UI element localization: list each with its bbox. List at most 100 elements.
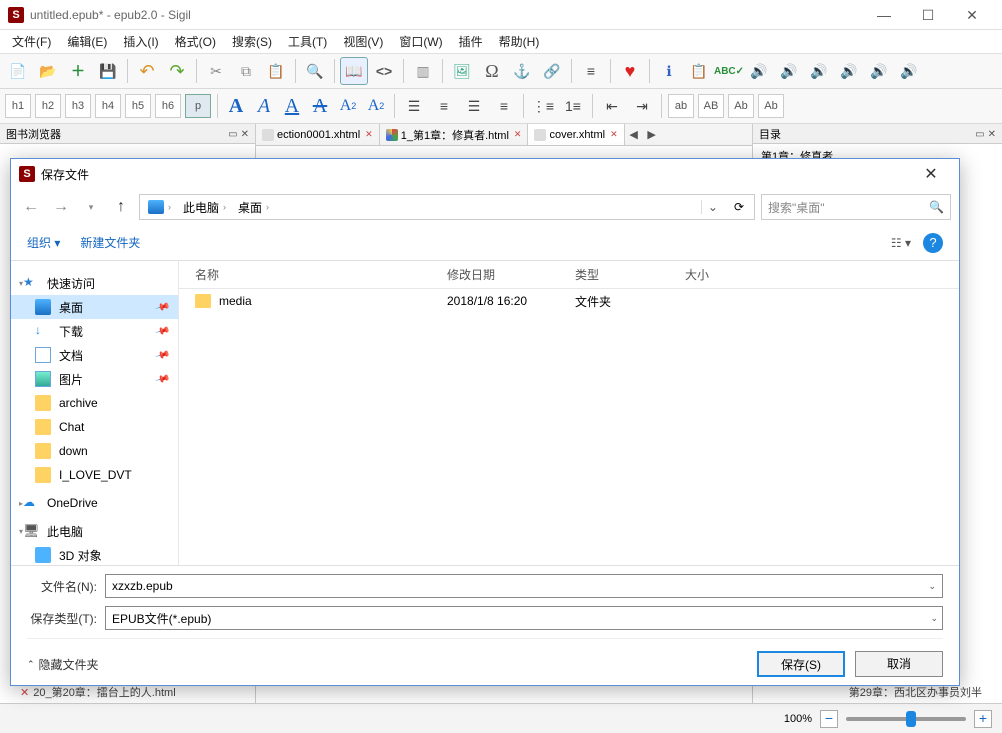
copy-button[interactable]: ⧉ [232,57,260,85]
save-button[interactable]: 💾 [94,57,122,85]
h5-button[interactable]: h5 [125,94,151,118]
sidebar-item-documents[interactable]: 文档 📌 [11,343,178,367]
donate-button[interactable]: ♥ [616,57,644,85]
undo-button[interactable]: ↶ [133,57,161,85]
filetype-select[interactable]: EPUB文件(*.epub)⌄ [105,606,943,630]
case-upper-button[interactable]: AB [698,94,724,118]
underline-button[interactable]: A [279,93,305,119]
search-icon[interactable]: 🔍 [929,200,944,214]
pane-float-icon[interactable]: ▭ [228,129,237,140]
align-center-button[interactable]: ≡ [430,92,458,120]
new-button[interactable]: 📄 [4,57,32,85]
zoom-in-button[interactable]: + [974,710,992,728]
clip3-button[interactable]: 🔊 [805,57,833,85]
cancel-button[interactable]: 取消 [855,651,943,677]
anchor-button[interactable]: ⚓ [508,57,536,85]
h4-button[interactable]: h4 [95,94,121,118]
validate-button[interactable]: 📋 [685,57,713,85]
redo-button[interactable]: ↷ [163,57,191,85]
pane-close-icon[interactable]: ✕ [241,129,249,140]
tab-chapter1[interactable]: 1_第1章：修真者.html ✕ [380,124,529,145]
tab-section0001[interactable]: ection0001.xhtml ✕ [256,124,380,145]
tab-close-icon[interactable]: ✕ [514,129,522,140]
sidebar-quickaccess[interactable]: ▾ 快速访问 [11,271,178,295]
h2-button[interactable]: h2 [35,94,61,118]
find-button[interactable]: 🔍 [301,57,329,85]
nav-recent-button[interactable]: ▾ [79,195,103,219]
organize-button[interactable]: 组织 ▾ [27,234,60,251]
refresh-button[interactable]: ⟳ [728,200,750,214]
italic-button[interactable]: A [251,93,277,119]
menu-edit[interactable]: 编辑(E) [59,30,115,53]
menu-help[interactable]: 帮助(H) [491,30,548,53]
open-button[interactable]: 📂 [34,57,62,85]
close-button[interactable]: ✕ [950,0,994,30]
h1-button[interactable]: h1 [5,94,31,118]
help-button[interactable]: ? [923,233,943,253]
menu-plugins[interactable]: 插件 [451,30,491,53]
search-input[interactable]: 搜索"桌面" 🔍 [761,194,951,220]
bookview-button[interactable]: 📖 [340,57,368,85]
codeview-button[interactable]: <> [370,57,398,85]
sidebar-item-desktop[interactable]: 桌面 📌 [11,295,178,319]
outdent-button[interactable]: ⇤ [598,92,626,120]
metadata-button[interactable]: ℹ [655,57,683,85]
list-item[interactable]: ✕20_第20章：擂台上的人.html [20,684,250,700]
nav-up-button[interactable]: ↑ [109,195,133,219]
clip4-button[interactable]: 🔊 [835,57,863,85]
list-bullet-button[interactable]: ⋮≡ [529,92,557,120]
save-button[interactable]: 保存(S) [757,651,845,677]
clip1-button[interactable]: 🔊 [745,57,773,85]
sidebar-onedrive[interactable]: ▸ OneDrive [11,491,178,515]
case-lower-button[interactable]: ab [668,94,694,118]
hide-folders-button[interactable]: ⌃隐藏文件夹 [27,656,99,673]
insert-image-button[interactable]: 🖼 [448,57,476,85]
pane-close-icon[interactable]: ✕ [988,129,996,140]
sidebar-item-ilovedvt[interactable]: I_LOVE_DVT [11,463,178,487]
h6-button[interactable]: h6 [155,94,181,118]
split-button[interactable]: ▥ [409,57,437,85]
col-modified[interactable]: 修改日期 [439,266,567,283]
tab-close-icon[interactable]: ✕ [610,129,618,140]
dialog-close-button[interactable]: ✕ [911,164,951,184]
view-mode-button[interactable]: ☷ ▾ [891,236,911,250]
pane-float-icon[interactable]: ▭ [975,129,984,140]
superscript-button[interactable]: A2 [363,93,389,119]
zoom-slider[interactable] [846,717,966,721]
zoom-thumb[interactable] [906,711,916,727]
address-bar[interactable]: › 此电脑 › 桌面 › ⌄ ⟳ [139,194,755,220]
col-name[interactable]: 名称 [187,266,439,283]
toc-item[interactable]: 第29章：西北区办事员刘半 [849,684,982,700]
tab-close-icon[interactable]: ✕ [365,129,373,140]
add-button[interactable]: ＋ [64,57,92,85]
clip2-button[interactable]: 🔊 [775,57,803,85]
p-button[interactable]: p [185,94,211,118]
sidebar-item-pictures[interactable]: 图片 📌 [11,367,178,391]
bold-button[interactable]: A [223,93,249,119]
align-left-button[interactable]: ☰ [400,92,428,120]
align-justify-button[interactable]: ≡ [490,92,518,120]
addr-dropdown-button[interactable]: ⌄ [701,200,724,214]
indent-button[interactable]: ⇥ [628,92,656,120]
subscript-button[interactable]: A2 [335,93,361,119]
zoom-out-button[interactable]: − [820,710,838,728]
tab-prev-button[interactable]: ◀ [625,128,643,141]
list-number-button[interactable]: 1≡ [559,92,587,120]
breadcrumb-thispc[interactable]: 此电脑 › [179,199,230,216]
strike-button[interactable]: A [307,93,333,119]
sidebar-item-chat[interactable]: Chat [11,415,178,439]
breadcrumb-desktop[interactable]: 桌面 › [234,199,273,216]
special-char-button[interactable]: Ω [478,57,506,85]
file-row[interactable]: media 2018/1/8 16:20 文件夹 [179,289,959,313]
filename-input[interactable]: xzxzb.epub⌄ [105,574,943,598]
minimize-button[interactable]: — [862,0,906,30]
tab-next-button[interactable]: ▶ [643,128,661,141]
col-size[interactable]: 大小 [677,266,767,283]
tab-cover[interactable]: cover.xhtml ✕ [528,124,624,145]
align-right-button[interactable]: ☰ [460,92,488,120]
menu-file[interactable]: 文件(F) [4,30,59,53]
menu-tools[interactable]: 工具(T) [280,30,335,53]
link-button[interactable]: 🔗 [538,57,566,85]
menu-format[interactable]: 格式(O) [167,30,224,53]
paste-button[interactable]: 📋 [262,57,290,85]
